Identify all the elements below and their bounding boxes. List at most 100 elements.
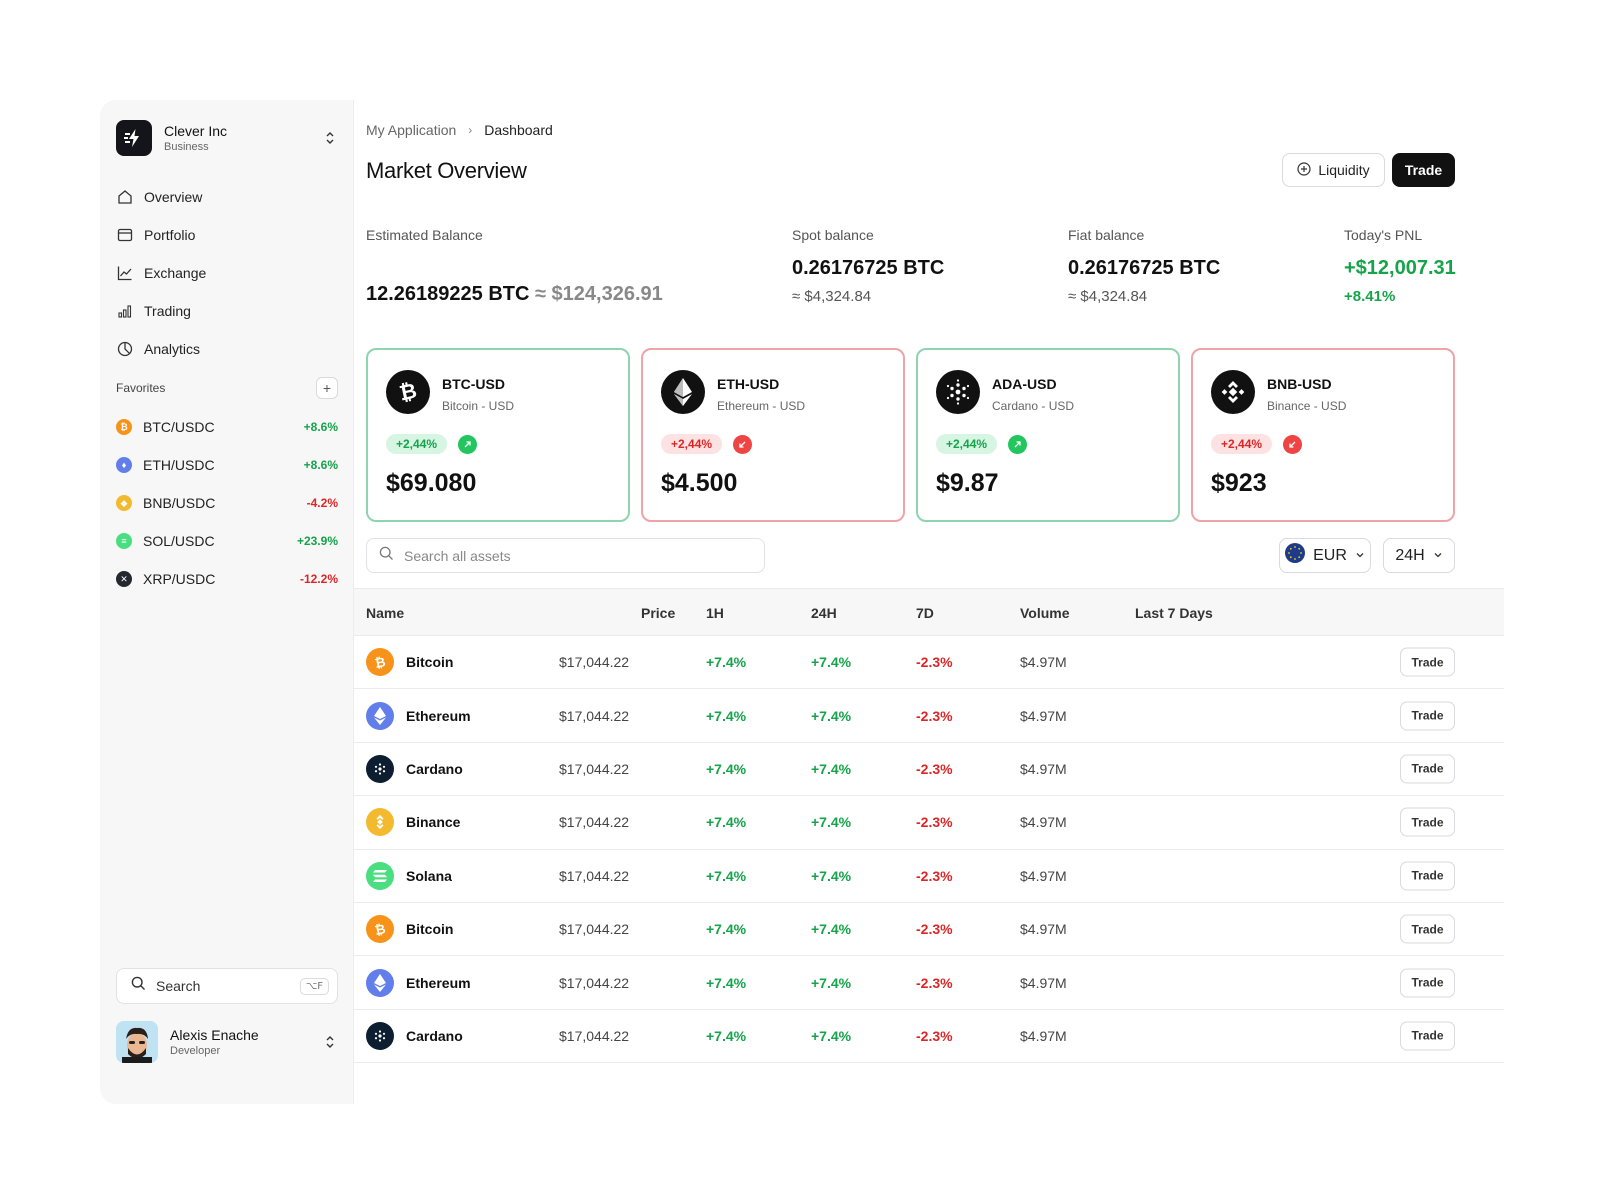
org-name: Clever Inc	[164, 123, 228, 139]
asset-price: $17,044.22	[559, 760, 630, 777]
column-header-volume[interactable]: Volume	[1020, 605, 1070, 621]
favorite-item-bnb[interactable]: ◆ BNB/USDC -4.2%	[116, 484, 338, 522]
sidebar-item-portfolio[interactable]: Portfolio	[116, 216, 338, 254]
bitcoin-icon: ₿	[386, 370, 430, 414]
arrow-up-right-icon	[458, 435, 477, 454]
row-trade-button[interactable]: Trade	[1400, 968, 1455, 998]
add-favorite-button[interactable]: +	[316, 377, 338, 399]
market-card-eth[interactable]: ETH-USD Ethereum - USD +2,44% $4.500	[641, 348, 905, 522]
main-content: My Application › Dashboard Market Overvi…	[354, 100, 1504, 1104]
column-header-name[interactable]: Name	[366, 605, 404, 621]
market-card-bnb[interactable]: BNB-USD Binance - USD +2,44% $923	[1191, 348, 1455, 522]
chevron-updown-icon[interactable]	[322, 128, 338, 148]
eu-flag-icon	[1285, 543, 1306, 568]
table-row[interactable]: Binance $17,044.22 +7.4% +7.4% -2.3% $4.97M Tr…	[354, 796, 1504, 850]
sidebar-item-label: Overview	[144, 189, 203, 205]
asset-price: $17,044.22	[559, 1027, 630, 1044]
cardano-icon	[936, 370, 980, 414]
breadcrumb: My Application › Dashboard	[366, 122, 553, 138]
card-pair: ETH-USD	[717, 376, 780, 392]
favorite-pair: BTC/USDC	[143, 419, 215, 435]
card-pair: ADA-USD	[992, 376, 1057, 392]
period-value: 24H	[1395, 546, 1425, 564]
asset-search[interactable]	[366, 538, 765, 573]
trade-button[interactable]: Trade	[1392, 153, 1455, 187]
bitcoin-icon: ₿	[116, 419, 132, 435]
table-row[interactable]: Solana $17,044.22 +7.4% +7.4% -2.3% $4.97M Tra…	[354, 850, 1504, 903]
sidebar-search[interactable]: Search ⌥F	[116, 968, 338, 1004]
favorite-item-btc[interactable]: ₿ BTC/USDC +8.6%	[116, 408, 338, 446]
page-title: Market Overview	[366, 158, 527, 183]
sidebar-item-analytics[interactable]: Analytics	[116, 330, 338, 368]
ethereum-icon	[366, 968, 394, 997]
asset-change-24h: +7.4%	[811, 1027, 852, 1044]
currency-select[interactable]: EUR	[1279, 538, 1371, 573]
asset-change-1h: +7.4%	[706, 1027, 747, 1044]
column-header-price[interactable]: Price	[641, 605, 675, 621]
liquidity-button[interactable]: Liquidity	[1282, 153, 1385, 187]
asset-change-1h: +7.4%	[706, 760, 747, 777]
asset-name: Cardano	[406, 760, 463, 777]
svg-text:₿: ₿	[397, 379, 419, 405]
solana-icon	[366, 861, 394, 890]
pnl-label: Today's PNL	[1344, 227, 1423, 243]
sidebar-item-trading[interactable]: Trading	[116, 292, 338, 330]
asset-name: Solana	[406, 867, 452, 884]
search-shortcut: ⌥F	[299, 977, 329, 995]
spot-balance-label: Spot balance	[792, 227, 874, 243]
favorite-change: -4.2%	[306, 496, 338, 510]
sidebar-item-label: Trading	[144, 303, 191, 319]
period-select[interactable]: 24H	[1383, 538, 1455, 573]
sidebar-item-exchange[interactable]: Exchange	[116, 254, 338, 292]
row-trade-button[interactable]: Trade	[1400, 1021, 1455, 1051]
arrow-down-left-icon	[733, 435, 752, 454]
market-card-btc[interactable]: ₿ BTC-USD Bitcoin - USD +2,44% $69.080	[366, 348, 630, 522]
fiat-balance-value: 0.26176725 BTC	[1068, 257, 1221, 279]
column-header-24h[interactable]: 24H	[811, 605, 837, 621]
row-trade-button[interactable]: Trade	[1400, 807, 1455, 837]
row-trade-button[interactable]: Trade	[1400, 914, 1455, 944]
arrow-up-right-icon	[1008, 435, 1027, 454]
row-trade-button[interactable]: Trade	[1400, 754, 1455, 784]
sidebar-search-label: Search	[156, 978, 201, 994]
estimated-balance-label: Estimated Balance	[366, 227, 483, 243]
plus-circle-icon	[1297, 161, 1311, 179]
column-header-7d[interactable]: 7D	[916, 605, 934, 621]
asset-volume: $4.97M	[1020, 1027, 1067, 1044]
row-trade-button[interactable]: Trade	[1400, 701, 1455, 731]
estimated-balance-btc: 12.26189225 BTC	[366, 283, 530, 305]
table-row[interactable]: Ethereum $17,044.22 +7.4% +7.4% -2.3% $4.97M T…	[354, 956, 1504, 1010]
asset-change-7d: -2.3%	[916, 867, 953, 884]
favorite-item-sol[interactable]: ≡ SOL/USDC +23.9%	[116, 522, 338, 560]
favorite-item-xrp[interactable]: ✕ XRP/USDC -12.2%	[116, 560, 338, 598]
asset-volume: $4.97M	[1020, 654, 1067, 671]
row-trade-button[interactable]: Trade	[1400, 647, 1455, 677]
breadcrumb-root[interactable]: My Application	[366, 122, 456, 138]
search-icon	[131, 976, 146, 996]
table-row[interactable]: ₿ Bitcoin $17,044.22 +7.4% +7.4% -2.3% $4.97M T…	[354, 903, 1504, 957]
favorite-pair: ETH/USDC	[143, 457, 215, 473]
table-row[interactable]: ₿ Bitcoin $17,044.22 +7.4% +7.4% -2.3% $4.97M T…	[354, 636, 1504, 690]
column-header-1h[interactable]: 1H	[706, 605, 724, 621]
org-logo-icon	[116, 120, 152, 156]
row-trade-button[interactable]: Trade	[1400, 861, 1455, 891]
chevron-updown-icon[interactable]	[322, 1032, 338, 1052]
asset-change-24h: +7.4%	[811, 867, 852, 884]
spot-balance-usd: ≈ $4,324.84	[792, 288, 872, 305]
pnl-percent: +8.41%	[1344, 288, 1396, 305]
market-card-ada[interactable]: ADA-USD Cardano - USD +2,44% $9.87	[916, 348, 1180, 522]
sidebar-item-overview[interactable]: Overview	[116, 178, 338, 216]
asset-price: $17,044.22	[559, 707, 630, 724]
table-row[interactable]: Ethereum $17,044.22 +7.4% +7.4% -2.3% $4.97M T…	[354, 689, 1504, 743]
table-body: ₿ Bitcoin $17,044.22 +7.4% +7.4% -2.3% $4.97M T…	[354, 636, 1504, 1064]
sidebar-nav: Overview Portfolio Exchange Trading Anal…	[116, 178, 338, 368]
user-role: Developer	[170, 1045, 221, 1057]
user-menu[interactable]: Alexis Enache Developer	[116, 1020, 338, 1064]
column-header-last-7-days[interactable]: Last 7 Days	[1135, 605, 1213, 621]
asset-change-24h: +7.4%	[811, 814, 852, 831]
table-row[interactable]: Cardano $17,044.22 +7.4% +7.4% -2.3% $4.97M Tr…	[354, 1010, 1504, 1064]
org-switcher[interactable]: Clever Inc Business	[116, 118, 338, 158]
favorite-item-eth[interactable]: ♦ ETH/USDC +8.6%	[116, 446, 338, 484]
search-input[interactable]	[404, 547, 744, 564]
table-row[interactable]: Cardano $17,044.22 +7.4% +7.4% -2.3% $4.97M Tr…	[354, 743, 1504, 797]
